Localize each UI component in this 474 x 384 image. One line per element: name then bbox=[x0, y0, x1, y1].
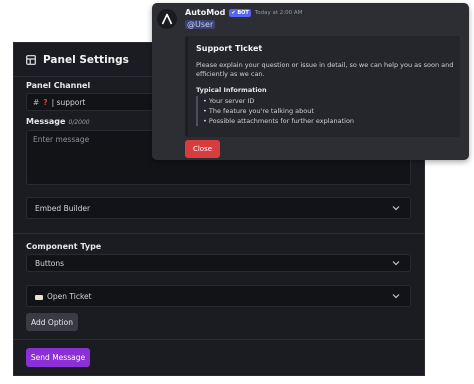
button-option-label: Open Ticket bbox=[47, 291, 92, 301]
embed-description: Please explain your question or issue in… bbox=[196, 61, 454, 78]
timestamp: Today at 2:00 AM bbox=[254, 9, 303, 16]
hash-icon: # bbox=[33, 97, 40, 107]
avatar bbox=[157, 9, 177, 29]
chevron-down-icon bbox=[392, 259, 400, 268]
question-emoji-icon: ? bbox=[43, 97, 48, 107]
list-item: • The feature you're talking about bbox=[203, 107, 314, 115]
component-type-label: Component Type bbox=[26, 242, 102, 251]
message-counter: 0/2000 bbox=[68, 119, 90, 126]
button-option-dropdown[interactable]: Open Ticket bbox=[26, 285, 411, 307]
embed-builder-dropdown[interactable]: Embed Builder bbox=[26, 197, 411, 219]
panel-title: Panel Settings bbox=[43, 53, 129, 66]
send-message-button[interactable]: Send Message bbox=[26, 348, 90, 367]
message-placeholder: Enter message bbox=[33, 135, 90, 144]
panel-icon bbox=[26, 50, 36, 69]
message-label: Message 0/2000 bbox=[26, 117, 90, 126]
author-name[interactable]: AutoMod bbox=[185, 8, 225, 17]
embed-field-list: • Your server ID • The feature you're ta… bbox=[196, 96, 354, 126]
ticket-icon bbox=[35, 294, 43, 300]
list-item: • Possible attachments for further expla… bbox=[203, 117, 355, 125]
automod-logo-icon bbox=[161, 13, 173, 25]
message-label-text: Message bbox=[26, 117, 66, 126]
user-mention[interactable]: @User bbox=[185, 20, 216, 29]
divider bbox=[14, 233, 424, 234]
author-line: AutoMod ✔ BOT Today at 2:00 AM bbox=[185, 8, 302, 17]
divider bbox=[14, 339, 424, 340]
chevron-down-icon bbox=[392, 204, 400, 213]
bot-badge: ✔ BOT bbox=[229, 8, 251, 17]
embed-builder-label: Embed Builder bbox=[35, 203, 91, 213]
embed-card: Support Ticket Please explain your quest… bbox=[185, 36, 460, 137]
channel-label: Panel Channel bbox=[26, 81, 91, 90]
component-type-select[interactable]: Buttons bbox=[26, 254, 411, 272]
chevron-down-icon bbox=[392, 292, 400, 301]
component-type-value: Buttons bbox=[35, 258, 65, 268]
message-preview: AutoMod ✔ BOT Today at 2:00 AM @User Sup… bbox=[152, 3, 469, 160]
channel-name: | support bbox=[51, 97, 86, 107]
embed-title: Support Ticket bbox=[196, 44, 263, 53]
add-option-button[interactable]: Add Option bbox=[26, 313, 78, 331]
embed-field-name: Typical Information bbox=[196, 86, 267, 94]
list-item: • Your server ID bbox=[203, 97, 255, 105]
close-button[interactable]: Close bbox=[185, 140, 220, 158]
